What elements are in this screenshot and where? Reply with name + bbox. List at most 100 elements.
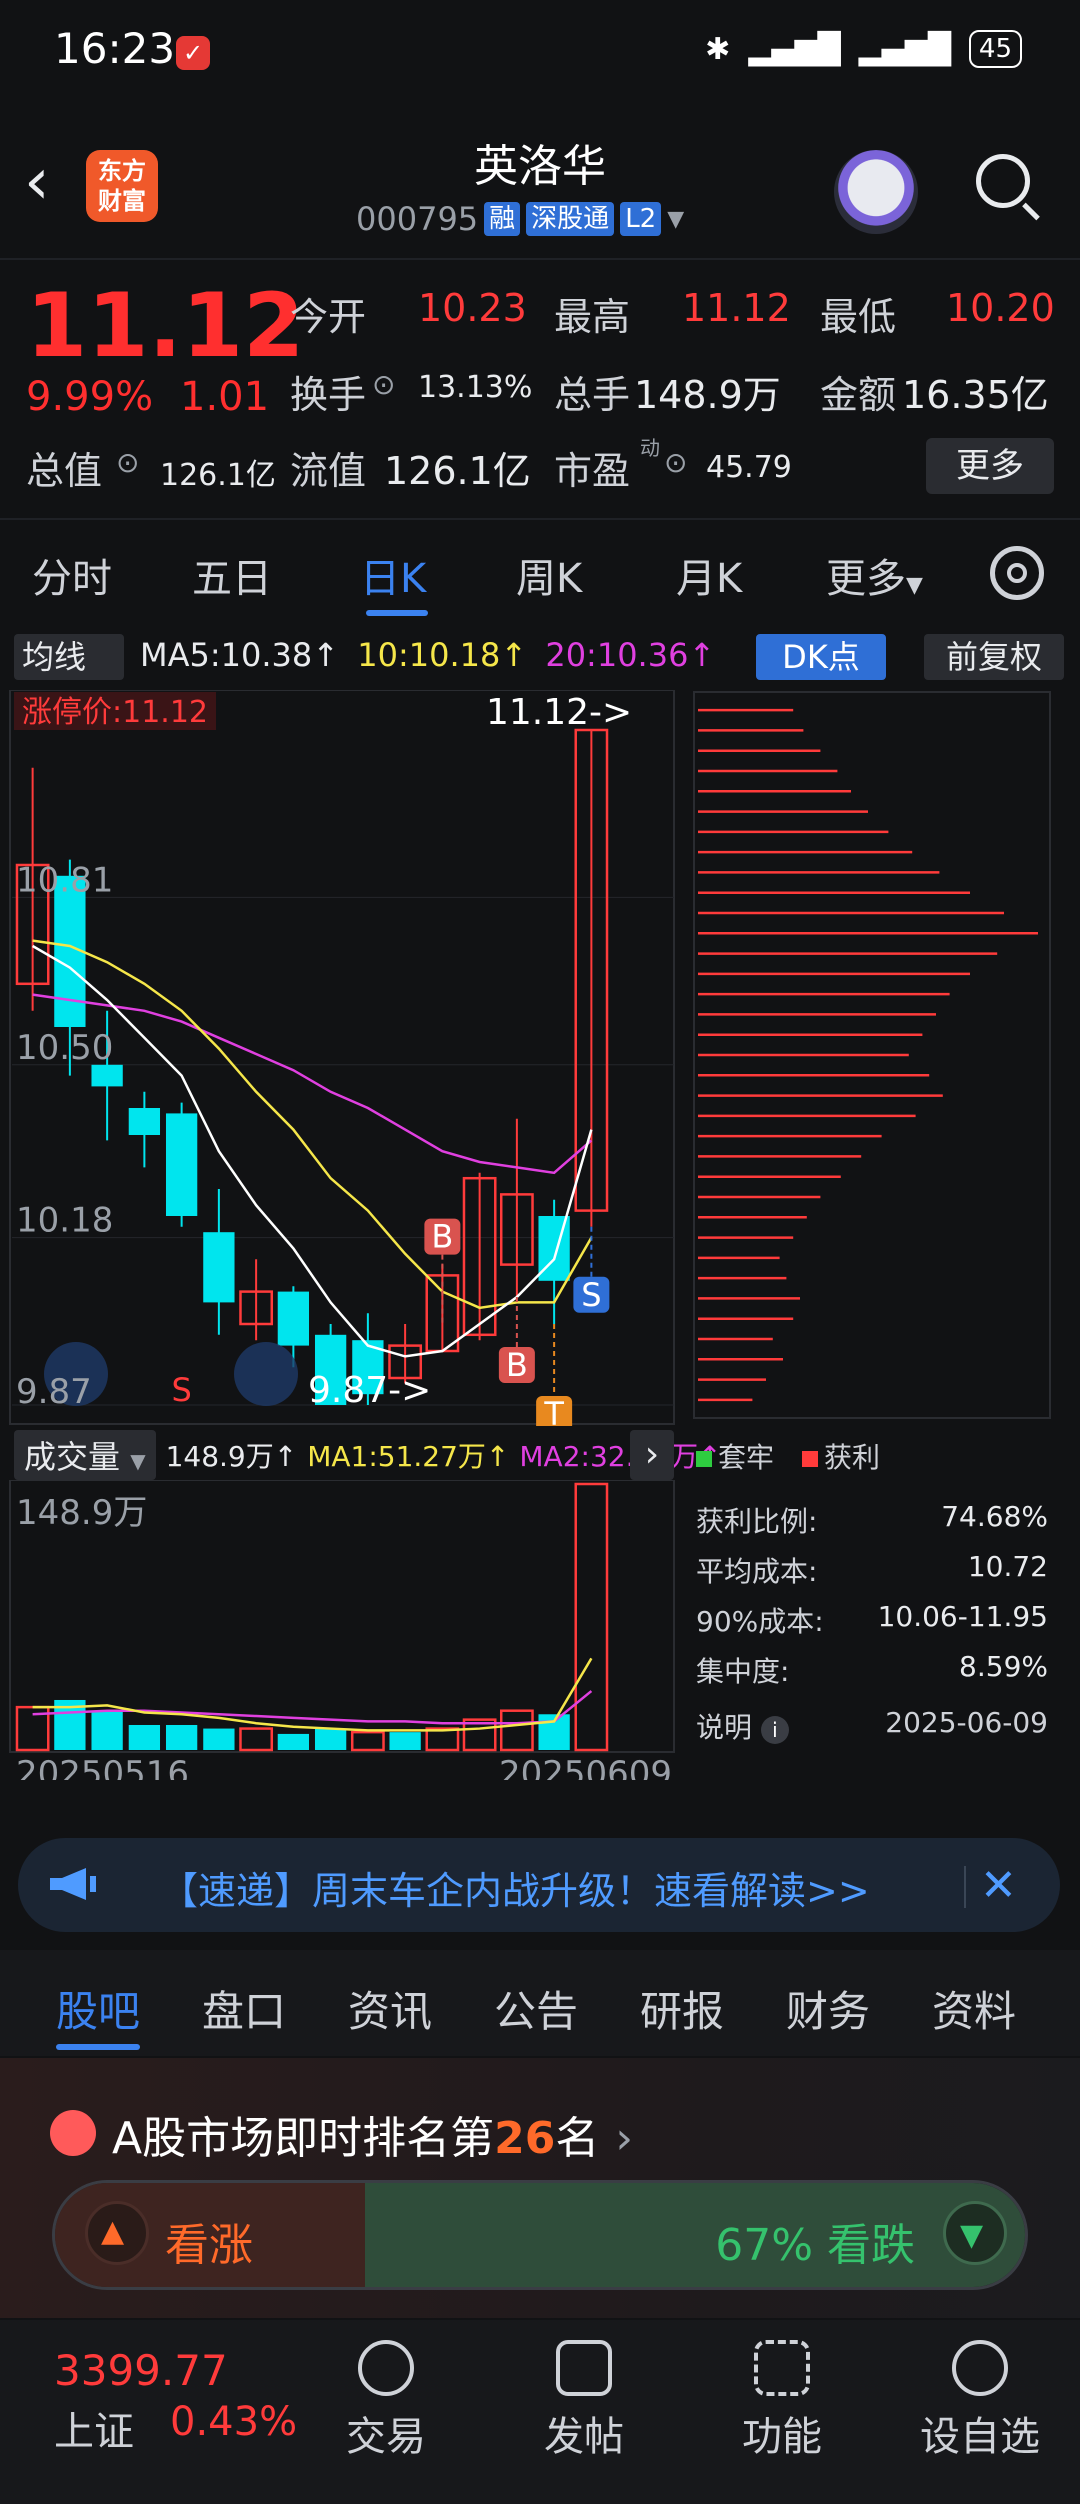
low-value: 10.20 — [946, 286, 1055, 330]
legend-swatch — [802, 1451, 819, 1467]
more-button[interactable]: 更多 — [926, 438, 1054, 494]
tab-weekly-k[interactable]: 周K — [516, 546, 582, 604]
search-icon[interactable] — [976, 154, 1030, 208]
high-label: 最高 — [554, 295, 631, 339]
nav-watchlist-label: 设自选 — [920, 2414, 1040, 2460]
volume-bar-up — [574, 1482, 609, 1752]
high-marker: 11.12-> — [486, 692, 632, 733]
tab-more-label: 更多 — [826, 556, 906, 602]
tab-more[interactable]: 更多▼ — [826, 546, 923, 604]
tab-finance[interactable]: 财务 — [786, 1978, 870, 2039]
assistant-robot-icon[interactable] — [834, 150, 918, 234]
nav-trade[interactable]: 交易 — [296, 2340, 476, 2462]
signal-label: S — [581, 1276, 601, 1314]
low-marker: 9.87-> — [308, 1370, 431, 1411]
tab-guba[interactable]: 股吧 — [56, 1978, 140, 2039]
candle-body-down — [165, 1113, 198, 1216]
signal-label: S — [171, 1371, 191, 1409]
ranking-prefix: A股市场即时排名第 — [112, 2113, 495, 2164]
volume-bar-down — [203, 1728, 235, 1750]
ma10-label: 10:10.18↑ — [357, 636, 528, 674]
signal-label: B — [431, 1218, 453, 1256]
x-end-label: 20250609 — [499, 1754, 672, 1780]
index-name: 上证 — [54, 2409, 134, 2455]
nav-functions[interactable]: 功能 — [692, 2340, 872, 2462]
change-value: 1.01 — [180, 374, 270, 420]
volume-bar-up — [350, 1730, 385, 1752]
stat-profit-ratio: 获利比例: 74.68% — [696, 1500, 1048, 1538]
tab-pankou[interactable]: 盘口 — [202, 1978, 286, 2039]
tab-daily-k[interactable]: 日K — [360, 546, 426, 604]
connect-tag: 深股通 — [526, 202, 615, 236]
content-tab-active-indicator — [56, 2044, 140, 2050]
info-icon[interactable]: ⊙ — [116, 446, 139, 479]
candlestick-chart[interactable]: SBBTS 10.8110.5010.189.87涨停价:11.12 11.12-… — [0, 690, 680, 1426]
tab-monthly-k[interactable]: 月K — [676, 546, 742, 604]
info-icon[interactable]: ⊙ — [372, 368, 395, 401]
nav-watchlist[interactable]: 设自选 — [890, 2340, 1070, 2462]
volume-value: 148.9万 — [634, 373, 781, 417]
y-tick-label: 10.18 — [16, 1201, 113, 1241]
megaphone-icon — [50, 1868, 96, 1900]
y-tick-label: 9.87 — [16, 1372, 92, 1412]
current-price: 11.12 — [26, 274, 305, 377]
vote-up-label: 看涨 — [165, 2220, 253, 2271]
index-ticker[interactable]: 3399.77 上证 0.43% — [54, 2346, 297, 2457]
tab-news[interactable]: 资讯 — [348, 1978, 432, 2039]
status-time: 16:23 — [54, 24, 176, 73]
bluetooth-icon: ✱ — [705, 31, 731, 67]
x-start-label: 20250516 — [16, 1754, 189, 1780]
stat-concentration: 集中度: 8.59% — [696, 1650, 1048, 1688]
volume-bar-down — [128, 1724, 161, 1750]
stock-name: 英洛华 — [474, 141, 606, 192]
volume-label: 总手 — [554, 373, 631, 417]
gear-icon[interactable] — [990, 546, 1044, 600]
ma20-label: 20:10.36↑ — [545, 636, 716, 674]
l2-tag: L2 — [620, 202, 662, 236]
battery-icon: 45 — [968, 30, 1022, 68]
tab-announcements[interactable]: 公告 — [494, 1978, 578, 2039]
volume-bar-down — [389, 1732, 421, 1750]
volume-selector-button[interactable]: 成交量 ▼ — [14, 1430, 156, 1480]
info-icon[interactable]: ⊙ — [664, 446, 687, 479]
divider — [964, 1866, 966, 1908]
legend-swatch — [696, 1451, 712, 1467]
news-banner-text[interactable]: 【速递】周末车企内战升级！速看解读>> — [160, 1860, 870, 1915]
vote-down-label: 67% 看跌 — [715, 2220, 915, 2271]
chevron-down-icon: ▼ — [667, 206, 685, 232]
signal-label: T — [543, 1395, 564, 1426]
tab-profile[interactable]: 资料 — [932, 1978, 1016, 2039]
volume-header: 成交量 ▼ 148.9万↑ MA1:51.27万↑ MA2:32.99万↑ — [14, 1430, 722, 1480]
adjust-forward-button[interactable]: 前复权 — [924, 634, 1064, 680]
vote-up-button[interactable]: ▲ 看涨 — [55, 2183, 365, 2287]
index-change: 0.43% — [170, 2399, 298, 2445]
pe-label: 市盈 — [554, 449, 631, 493]
ranking-link[interactable]: A股市场即时排名第26名 › — [112, 2102, 633, 2166]
amount-label: 金额 — [820, 373, 897, 417]
volume-bar-down — [314, 1728, 347, 1750]
vote-down-button[interactable]: 67% 看跌 ▼ — [365, 2183, 1025, 2287]
ma-values: MA5:10.38↑ 10:10.18↑ 20:10.36↑ — [140, 636, 715, 674]
tab-research[interactable]: 研报 — [640, 1978, 724, 2039]
margin-tag: 融 — [484, 202, 521, 236]
volume-chart[interactable]: 148.9万 20250516 20250609 — [0, 1480, 680, 1780]
stock-code-row[interactable]: 000795 融 深股通 L2 ▼ — [356, 200, 684, 238]
y-tick-label: 10.50 — [16, 1028, 113, 1068]
nav-post[interactable]: 发帖 — [494, 2340, 674, 2462]
ranking-suffix: 名 — [555, 2113, 600, 2164]
close-icon[interactable]: ✕ — [980, 1860, 1017, 1911]
caret-down-icon: ▼ — [906, 573, 923, 598]
tab-intraday[interactable]: 分时 — [32, 546, 112, 604]
limit-price-label: 涨停价:11.12 — [22, 695, 208, 730]
edit-icon — [556, 2340, 612, 2396]
ma-selector-button[interactable]: 均线 — [14, 634, 124, 680]
dist-date: 2025-06-09 — [885, 1706, 1048, 1739]
note-link[interactable]: 说明 i — [696, 1706, 789, 1746]
expand-arrow-button[interactable]: › — [630, 1430, 674, 1480]
pe-dynamic-sup: 动 — [640, 436, 660, 460]
tab-five-day[interactable]: 五日 — [192, 546, 272, 604]
signal-icon: ▂▄▆█ — [748, 31, 841, 67]
dk-point-button[interactable]: DK点 — [756, 634, 886, 680]
chevron-right-icon: › — [615, 2113, 633, 2164]
open-label: 今开 — [290, 295, 367, 339]
